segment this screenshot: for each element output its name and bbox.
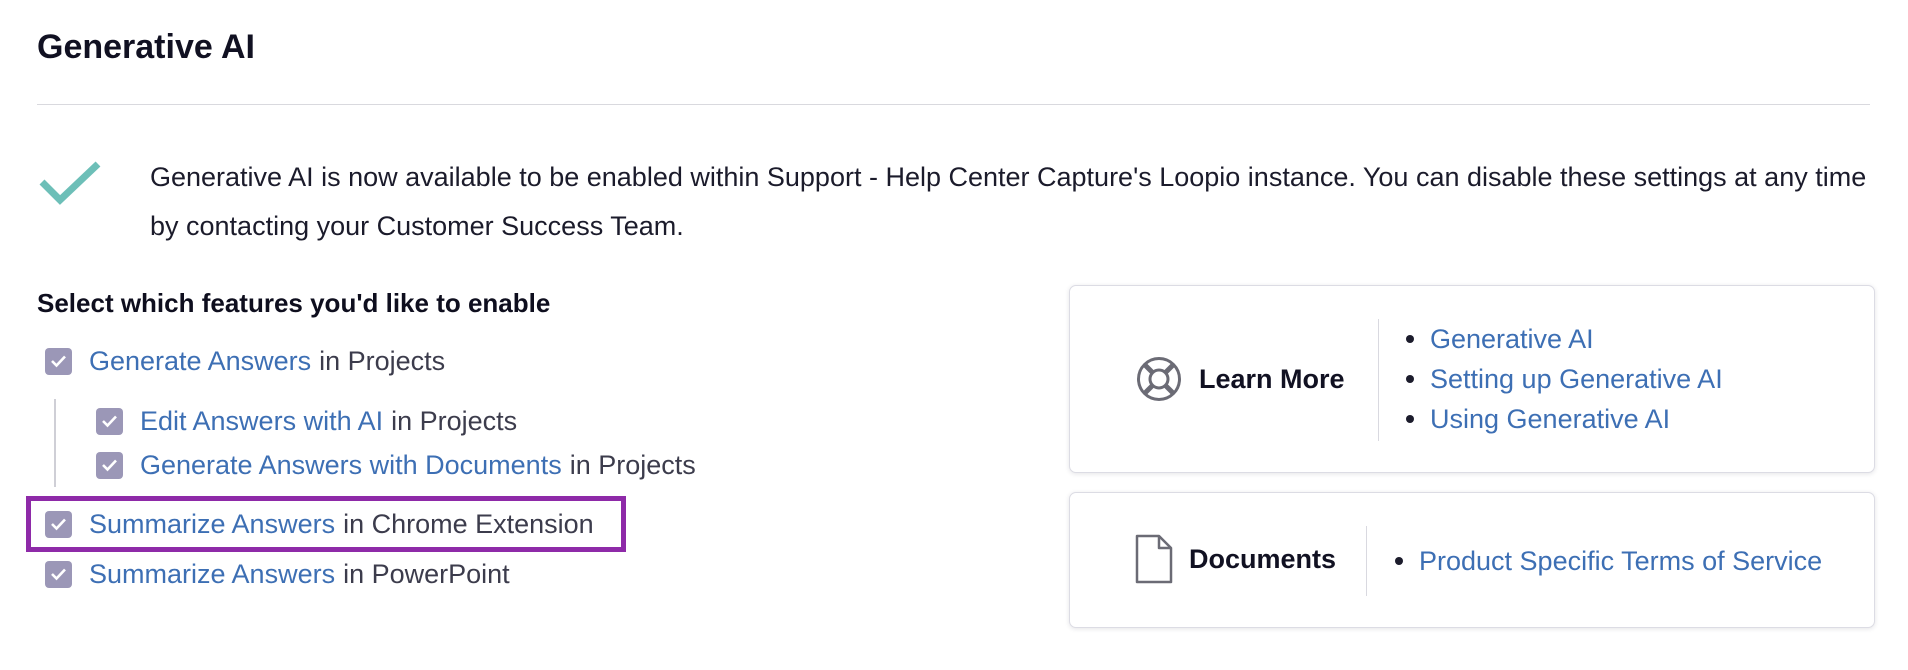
features-section-title: Select which features you'd like to enab… <box>37 288 551 318</box>
list-item: Generative AI <box>1406 319 1723 359</box>
bullet <box>1406 335 1414 343</box>
checkmark-icon <box>51 355 66 368</box>
feature-edit-answers-projects: Edit Answers with AI in Projects <box>96 403 517 439</box>
link-setting-up-generative-ai[interactable]: Setting up Generative AI <box>1430 359 1723 399</box>
feature-context: in Projects <box>319 346 446 376</box>
bullet <box>1406 375 1414 383</box>
documents-card: Documents Product Specific Terms of Serv… <box>1069 492 1875 628</box>
bullet <box>1395 557 1403 565</box>
checkmark-icon <box>102 459 117 472</box>
success-check-icon <box>39 161 101 205</box>
title-divider <box>37 104 1870 105</box>
feature-link[interactable]: Generate Answers with Documents <box>140 447 562 483</box>
feature-generate-answers-documents-projects: Generate Answers with Documents in Proje… <box>96 447 696 483</box>
documents-header: Documents <box>1135 534 1336 584</box>
feature-generate-answers-projects: Generate Answers in Projects <box>45 343 445 379</box>
feature-link[interactable]: Summarize Answers <box>89 556 335 592</box>
list-item: Product Specific Terms of Service <box>1395 541 1822 581</box>
learn-more-card: Learn More Generative AI Setting up Gene… <box>1069 285 1875 473</box>
feature-summarize-answers-powerpoint: Summarize Answers in PowerPoint <box>45 556 510 592</box>
feature-context: in Projects <box>569 450 696 480</box>
availability-notice: Generative AI is now available to be ena… <box>150 162 1867 241</box>
highlight-box <box>26 496 626 552</box>
documents-title: Documents <box>1189 543 1337 574</box>
card-separator <box>1366 526 1367 596</box>
feature-checkbox[interactable] <box>96 451 123 479</box>
learn-more-title: Learn More <box>1199 363 1345 394</box>
page-title: Generative AI <box>37 28 255 66</box>
document-icon <box>1135 534 1173 584</box>
feature-link[interactable]: Edit Answers with AI <box>140 403 383 439</box>
checkmark-icon <box>51 568 66 581</box>
link-using-generative-ai[interactable]: Using Generative AI <box>1430 399 1670 439</box>
list-item: Setting up Generative AI <box>1406 359 1723 399</box>
feature-checkbox[interactable] <box>45 347 72 375</box>
learn-more-header: Learn More <box>1135 355 1345 403</box>
card-separator <box>1378 319 1379 441</box>
checkmark-icon <box>102 415 117 428</box>
sub-feature-tree-line <box>54 399 56 487</box>
feature-link[interactable]: Generate Answers <box>89 343 311 379</box>
feature-checkbox[interactable] <box>96 407 123 435</box>
lifebuoy-icon <box>1137 357 1181 401</box>
link-product-specific-terms[interactable]: Product Specific Terms of Service <box>1419 541 1822 581</box>
link-generative-ai[interactable]: Generative AI <box>1430 319 1594 359</box>
feature-context: in PowerPoint <box>343 559 510 589</box>
bullet <box>1406 415 1414 423</box>
feature-context: in Projects <box>391 406 518 436</box>
feature-checkbox[interactable] <box>45 560 72 588</box>
documents-links: Product Specific Terms of Service <box>1395 541 1822 581</box>
list-item: Using Generative AI <box>1406 399 1723 439</box>
learn-more-links: Generative AI Setting up Generative AI U… <box>1406 319 1723 439</box>
